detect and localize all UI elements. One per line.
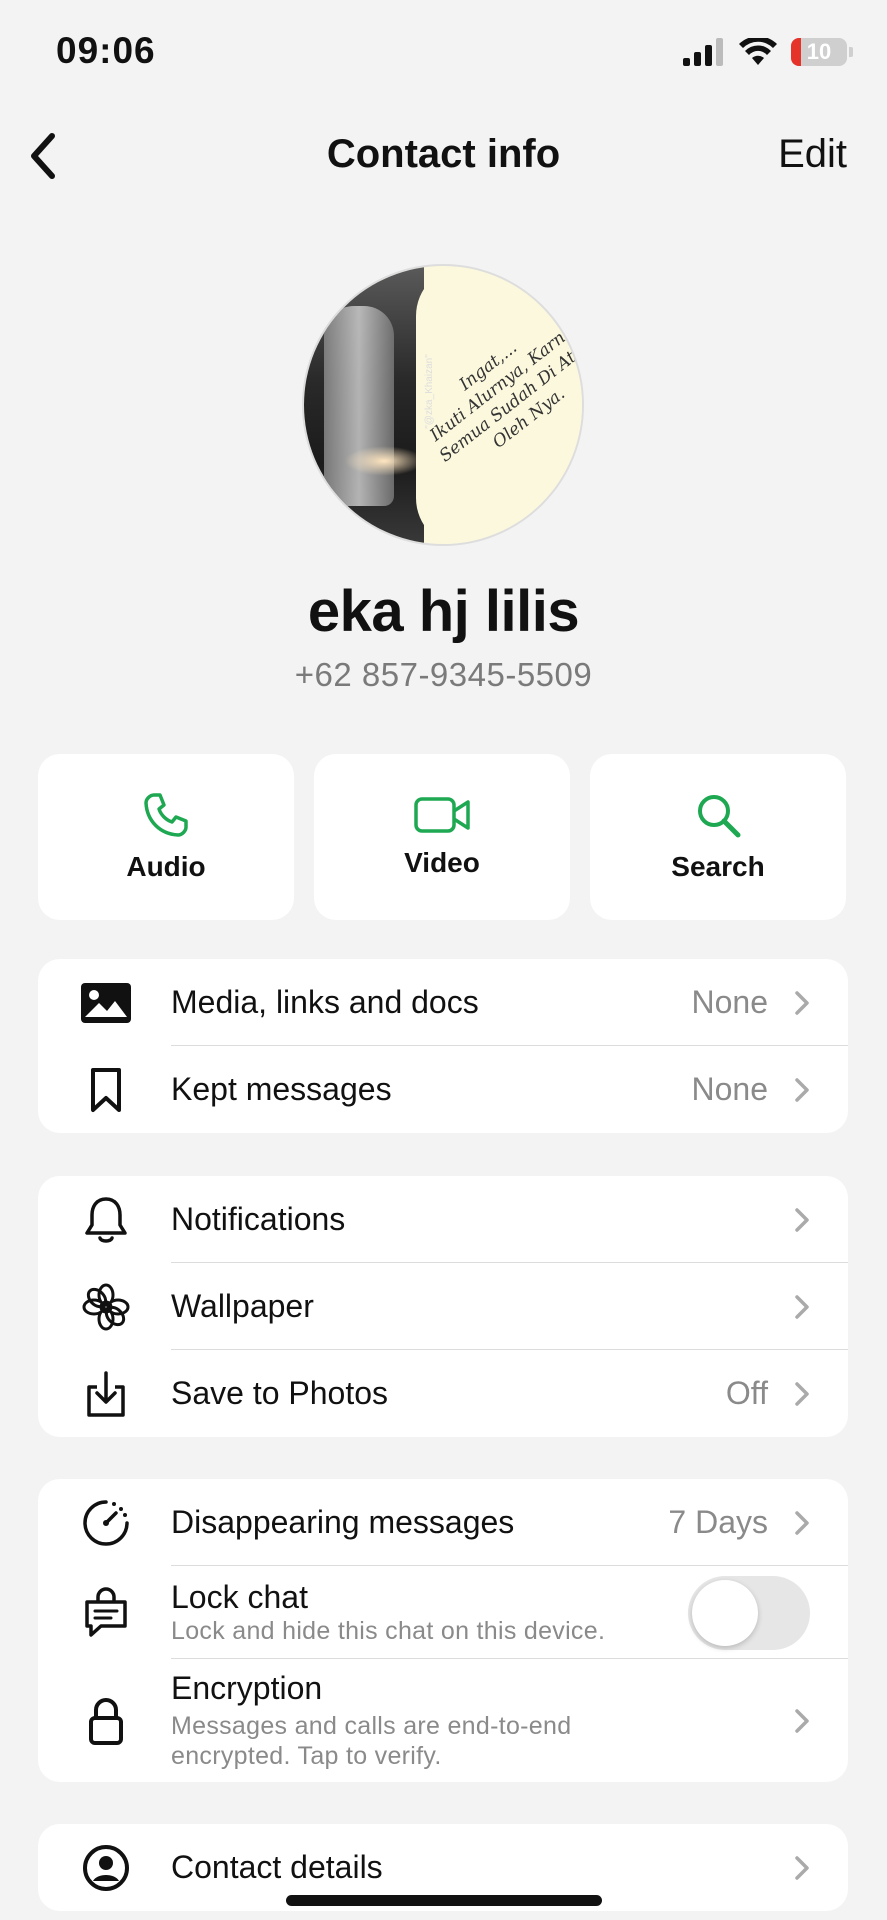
row-value: None bbox=[691, 984, 769, 1020]
row-value: Off bbox=[725, 1375, 768, 1411]
chevron-right-icon bbox=[792, 1853, 812, 1883]
edit-button[interactable]: Edit bbox=[778, 132, 847, 177]
privacy-group: Disappearing messages 7 Days Lock chat L… bbox=[38, 1479, 848, 1782]
chevron-right-icon bbox=[792, 1508, 812, 1538]
notifications-row[interactable]: Notifications bbox=[38, 1176, 848, 1263]
search-button[interactable]: Search bbox=[590, 754, 846, 920]
disappearing-messages-row[interactable]: Disappearing messages 7 Days bbox=[38, 1479, 848, 1566]
nav-bar: Contact info Edit bbox=[0, 120, 887, 190]
battery-level: 10 bbox=[806, 39, 832, 64]
media-group: Media, links and docs None Kept messages… bbox=[38, 959, 848, 1133]
row-title: Wallpaper bbox=[171, 1287, 314, 1324]
row-value: 7 Days bbox=[668, 1504, 768, 1540]
save-to-photos-row[interactable]: Save to Photos Off bbox=[38, 1350, 848, 1437]
audio-call-button[interactable]: Audio bbox=[38, 754, 294, 920]
row-title: Encryption bbox=[171, 1670, 323, 1706]
chevron-right-icon bbox=[792, 988, 812, 1018]
video-label: Video bbox=[404, 847, 480, 878]
contact-phone: +62 857-9345-5509 bbox=[294, 656, 593, 693]
download-icon bbox=[78, 1366, 134, 1422]
status-bar: 09:06 10 bbox=[0, 0, 887, 110]
row-title: Notifications bbox=[171, 1200, 346, 1237]
chevron-right-icon bbox=[792, 1292, 812, 1322]
bookmark-icon bbox=[78, 1062, 134, 1118]
row-value: None bbox=[691, 1071, 769, 1107]
lock-chat-row[interactable]: Lock chat Lock and hide this chat on thi… bbox=[38, 1566, 848, 1659]
flower-icon bbox=[78, 1279, 134, 1335]
contact-name: eka hj lilis bbox=[307, 579, 580, 644]
video-icon bbox=[414, 797, 470, 833]
row-title: Contact details bbox=[171, 1849, 383, 1885]
chat-lock-icon bbox=[78, 1585, 134, 1641]
cellular-signal-icon bbox=[683, 38, 723, 66]
wifi-icon bbox=[739, 38, 777, 65]
media-links-docs-row[interactable]: Media, links and docs None bbox=[38, 959, 848, 1046]
avatar-photo bbox=[304, 266, 424, 544]
battery-icon: 10 bbox=[791, 38, 847, 66]
chevron-right-icon bbox=[792, 1706, 812, 1736]
phone-icon bbox=[144, 793, 188, 837]
status-time: 09:06 bbox=[56, 30, 156, 71]
search-icon bbox=[698, 795, 741, 838]
page-title: Contact info bbox=[326, 132, 561, 176]
status-icons: 10 bbox=[683, 38, 853, 66]
bell-icon bbox=[78, 1192, 134, 1248]
settings-group: Notifications Wallpaper Save to Photos O… bbox=[38, 1176, 848, 1437]
video-call-button[interactable]: Video bbox=[314, 754, 570, 920]
timer-icon bbox=[78, 1495, 134, 1551]
audio-label: Audio bbox=[126, 851, 206, 882]
kept-messages-row[interactable]: Kept messages None bbox=[38, 1046, 848, 1133]
chevron-right-icon bbox=[792, 1205, 812, 1235]
chevron-right-icon bbox=[792, 1075, 812, 1105]
row-subtitle: Messages and calls are end-to-end encrypt… bbox=[171, 1712, 572, 1770]
wallpaper-row[interactable]: Wallpaper bbox=[38, 1263, 848, 1350]
lock-icon bbox=[78, 1693, 134, 1749]
avatar[interactable]: "@zka_Khaizan" Ingat,... Ikuti Alurnya, … bbox=[302, 264, 584, 546]
image-icon bbox=[78, 975, 134, 1031]
search-label: Search bbox=[671, 851, 765, 882]
chevron-right-icon bbox=[792, 1379, 812, 1409]
home-indicator[interactable] bbox=[286, 1895, 602, 1906]
lock-chat-toggle[interactable] bbox=[688, 1575, 810, 1650]
action-buttons: Audio Video Search bbox=[38, 754, 846, 920]
person-circle-icon bbox=[78, 1840, 134, 1896]
encryption-row[interactable]: Encryption Messages and calls are end-to… bbox=[38, 1659, 848, 1782]
